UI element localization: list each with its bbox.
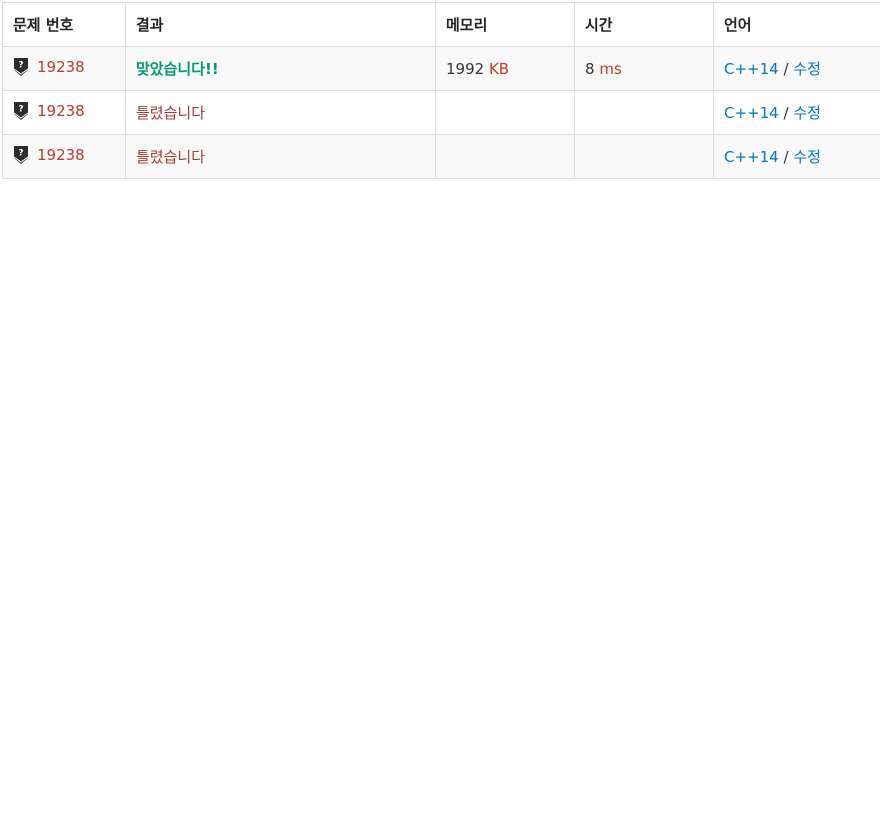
header-problem-number: 문제 번호 — [2, 2, 126, 47]
result-accepted: 맞았습니다!! — [136, 60, 219, 78]
header-language: 언어 — [713, 2, 880, 47]
problem-link[interactable]: 19238 — [37, 146, 85, 164]
memory-value: 1992 — [446, 59, 485, 78]
language-link[interactable]: C++14 — [724, 104, 779, 122]
problem-cell: ? 19238 — [2, 90, 126, 135]
result-wrong: 틀렸습니다 — [136, 148, 206, 166]
edit-link[interactable]: 수정 — [793, 104, 821, 122]
memory-cell — [435, 90, 575, 135]
table-header-row: 문제 번호 결과 메모리 시간 언어 — [2, 2, 880, 47]
problem-link[interactable]: 19238 — [37, 58, 85, 76]
edit-link[interactable]: 수정 — [793, 60, 821, 78]
result-wrong: 틀렸습니다 — [136, 104, 206, 122]
result-cell: 틀렸습니다 — [125, 90, 436, 135]
memory-unit: KB — [488, 59, 510, 78]
header-memory: 메모리 — [435, 2, 575, 47]
language-link[interactable]: C++14 — [724, 60, 779, 78]
language-cell: C++14 / 수정 — [713, 46, 880, 91]
submission-table: 문제 번호 결과 메모리 시간 언어 ? 19238 맞았습니다!! 1992 … — [2, 2, 880, 179]
submission-table-container: 문제 번호 결과 메모리 시간 언어 ? 19238 맞았습니다!! 1992 … — [2, 2, 880, 179]
time-cell — [574, 90, 714, 135]
language-separator: / — [783, 104, 789, 122]
result-cell: 맞았습니다!! — [125, 46, 436, 91]
table-row: ? 19238 맞았습니다!! 1992 KB 8 ms C++14 / 수정 — [2, 46, 880, 91]
unrated-tier-icon: ? — [13, 101, 29, 120]
time-cell — [574, 134, 714, 179]
table-row: ? 19238 틀렸습니다 C++14 / 수정 — [2, 134, 880, 179]
header-result: 결과 — [125, 2, 436, 47]
header-time: 시간 — [574, 2, 714, 47]
table-row: ? 19238 틀렸습니다 C++14 / 수정 — [2, 90, 880, 135]
language-cell: C++14 / 수정 — [713, 134, 880, 179]
time-cell: 8 ms — [574, 46, 714, 91]
language-separator: / — [783, 60, 789, 78]
memory-cell: 1992 KB — [435, 46, 575, 91]
unrated-tier-icon: ? — [13, 145, 29, 164]
memory-cell — [435, 134, 575, 179]
time-value: 8 — [585, 59, 595, 78]
unrated-tier-icon: ? — [13, 57, 29, 76]
problem-link[interactable]: 19238 — [37, 102, 85, 120]
language-cell: C++14 / 수정 — [713, 90, 880, 135]
time-unit: ms — [599, 59, 622, 78]
problem-cell: ? 19238 — [2, 46, 126, 91]
language-link[interactable]: C++14 — [724, 148, 779, 166]
language-separator: / — [783, 148, 789, 166]
problem-cell: ? 19238 — [2, 134, 126, 179]
result-cell: 틀렸습니다 — [125, 134, 436, 179]
svg-text:?: ? — [18, 104, 23, 114]
svg-text:?: ? — [18, 60, 23, 70]
svg-text:?: ? — [18, 148, 23, 158]
edit-link[interactable]: 수정 — [793, 148, 821, 166]
